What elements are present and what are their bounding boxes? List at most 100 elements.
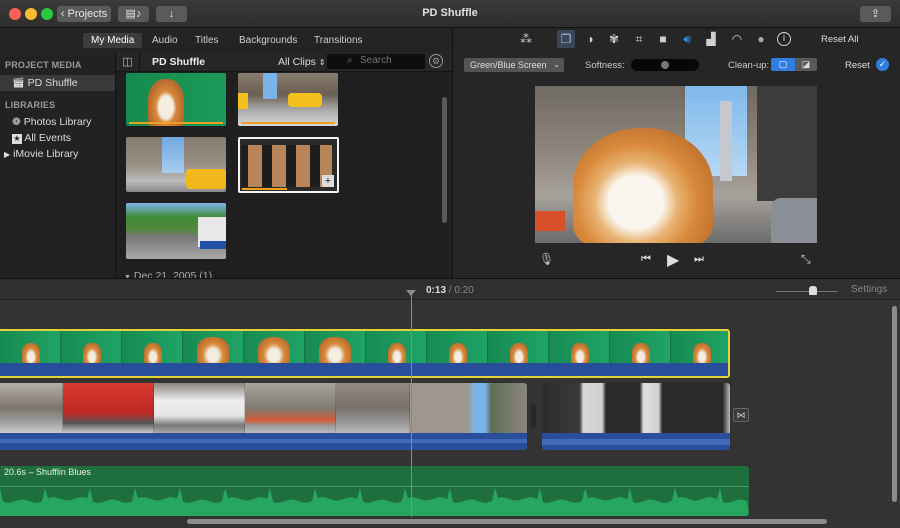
timeline-horizontal-scrollbar[interactable] [187, 519, 827, 524]
tab-titles[interactable]: Titles [187, 33, 227, 48]
sidebar-toggle-button[interactable]: ◫ [116, 52, 140, 72]
sky-strip [263, 73, 277, 99]
timeline-vertical-scrollbar[interactable] [892, 306, 897, 502]
current-time: 0:13 [426, 285, 447, 296]
storefront-doors [242, 145, 332, 187]
frame [61, 331, 122, 363]
frame [410, 383, 527, 433]
stabilization-camera-icon[interactable]: ■ [654, 30, 672, 48]
tab-transitions[interactable]: Transitions [306, 33, 371, 48]
video-clip-filmstrip [542, 383, 730, 433]
window-title: PD Shuffle [422, 7, 478, 19]
search-field[interactable]: ⌕ [327, 54, 425, 69]
disclosure-triangle-icon[interactable]: ▶ [4, 150, 10, 159]
equalizer-icon[interactable]: ▟ [702, 30, 720, 48]
hamster-figure [449, 343, 467, 363]
used-indicator [242, 188, 287, 190]
overlay-clip-hamster[interactable] [0, 329, 730, 378]
reset-all-button[interactable]: Reset All [821, 34, 859, 45]
cleanup-eraser-button[interactable]: ◪ [795, 58, 817, 71]
share-button[interactable]: ⇪ [860, 6, 891, 22]
info-icon[interactable]: i [777, 32, 791, 46]
taxi-shape [288, 93, 322, 107]
play-icon[interactable]: ▶ [667, 250, 679, 270]
music-clip-shufflin-blues[interactable]: 20.6s – Shufflin Blues [0, 466, 749, 516]
used-indicator [241, 122, 335, 124]
clip-thumbnail-street-taxi[interactable] [238, 73, 338, 126]
gear-icon: ⚙ [431, 56, 441, 66]
clip-thumbnail-park-market[interactable] [126, 203, 226, 259]
crop-icon[interactable]: ⌗ [630, 30, 648, 48]
car [771, 198, 817, 243]
updown-chevron-icon: ⇕ [318, 58, 326, 67]
frame [245, 383, 336, 433]
total-time: 0:20 [454, 285, 474, 296]
frame [610, 331, 671, 363]
clip-thumbnail-hamster-greenscreen[interactable] [126, 73, 226, 126]
frame [244, 331, 305, 363]
video-clip-storefront[interactable] [542, 383, 730, 450]
clip-filter-select[interactable]: All Clips ⇕ [278, 56, 326, 68]
browser-header: ◫ PD Shuffle All Clips ⇕ ⌕ ⚙ [116, 52, 452, 72]
softness-slider-knob[interactable] [661, 61, 669, 69]
search-input[interactable] [360, 55, 420, 66]
taxi-shape [186, 169, 226, 189]
add-to-timeline-button[interactable]: + [322, 175, 334, 187]
reset-button[interactable]: Reset [845, 60, 870, 71]
clip-thumbnail-storefront[interactable]: + [238, 137, 339, 193]
color-palette-icon[interactable]: ✾ [605, 30, 623, 48]
hamster-figure [510, 343, 528, 363]
magic-wand-icon[interactable]: ⁂ [517, 30, 535, 48]
fullscreen-icon[interactable]: ⤡ [801, 252, 811, 267]
video-clip-filmstrip [0, 383, 527, 433]
speed-icon[interactable]: ◠ [728, 30, 746, 48]
skip-back-icon[interactable]: ⏮︎ [641, 253, 651, 266]
frame [305, 331, 366, 363]
hamster-figure [148, 79, 184, 126]
color-balance-icon[interactable]: ◑ [581, 30, 599, 48]
search-icon: ⌕ [347, 55, 353, 66]
cleanup-label: Clean-up: [728, 60, 770, 71]
frame [549, 331, 610, 363]
hamster-figure [632, 343, 650, 363]
cleanup-crop-button[interactable]: ▢ [771, 58, 795, 71]
filter-icon[interactable]: ● [752, 30, 770, 48]
softness-label: Softness: [585, 60, 625, 71]
video-clip-street[interactable] [0, 383, 527, 450]
sidebar-item-pd-shuffle[interactable]: 🎬︎ PD Shuffle [0, 75, 115, 91]
playhead-handle[interactable] [406, 290, 416, 296]
playhead[interactable] [411, 292, 412, 517]
tab-backgrounds[interactable]: Backgrounds [231, 33, 305, 48]
volume-icon[interactable]: 🔊︎ [678, 30, 696, 48]
market-table [200, 241, 226, 249]
photos-flower-icon: ❁ [12, 116, 21, 128]
overlay-icon[interactable]: ❐ [557, 30, 575, 48]
hamster-figure [319, 337, 351, 363]
timeline-settings-button[interactable]: Settings [851, 284, 887, 295]
sidebar-panel-icon: ◫ [122, 56, 133, 68]
softness-slider[interactable] [631, 59, 699, 71]
browser-scrollbar[interactable] [442, 97, 447, 223]
add-transition-button[interactable]: ⋈ [733, 408, 749, 422]
timeline-header: 0:13 / 0:20 Settings [0, 278, 900, 300]
sidebar-item-imovie-library[interactable]: ▶ iMovie Library [4, 146, 78, 162]
microphone-icon[interactable]: 🎙︎ [539, 252, 554, 266]
video-preview[interactable] [535, 86, 817, 243]
zoom-slider[interactable] [776, 286, 838, 295]
apply-checkmark-button[interactable]: ✓ [876, 58, 889, 71]
sidebar-item-all-events[interactable]: ★ All Events [12, 130, 71, 146]
skip-forward-icon[interactable]: ⏭︎ [694, 253, 704, 266]
eraser-icon: ◪ [801, 59, 811, 69]
tab-my-media[interactable]: My Media [83, 33, 143, 48]
plus-icon: + [324, 175, 332, 187]
hamster-figure [388, 343, 406, 363]
zoom-slider-knob[interactable] [809, 286, 818, 295]
viewer-panel: ⁂ ❐ ◑ ✾ ⌗ ■ 🔊︎ ▟ ◠ ● i Reset All Green/B… [452, 28, 900, 278]
clip-thumbnail-street-avenue-taxi[interactable] [126, 137, 226, 192]
tab-audio[interactable]: Audio [144, 33, 186, 48]
overlay-mode-select[interactable]: Green/Blue Screen ⌄ [464, 58, 564, 72]
video-clip-audio [542, 433, 730, 450]
frame [366, 331, 427, 363]
sidebar-item-photos-library[interactable]: ❁ Photos Library [12, 114, 91, 130]
browser-settings-button[interactable]: ⚙ [429, 54, 443, 68]
